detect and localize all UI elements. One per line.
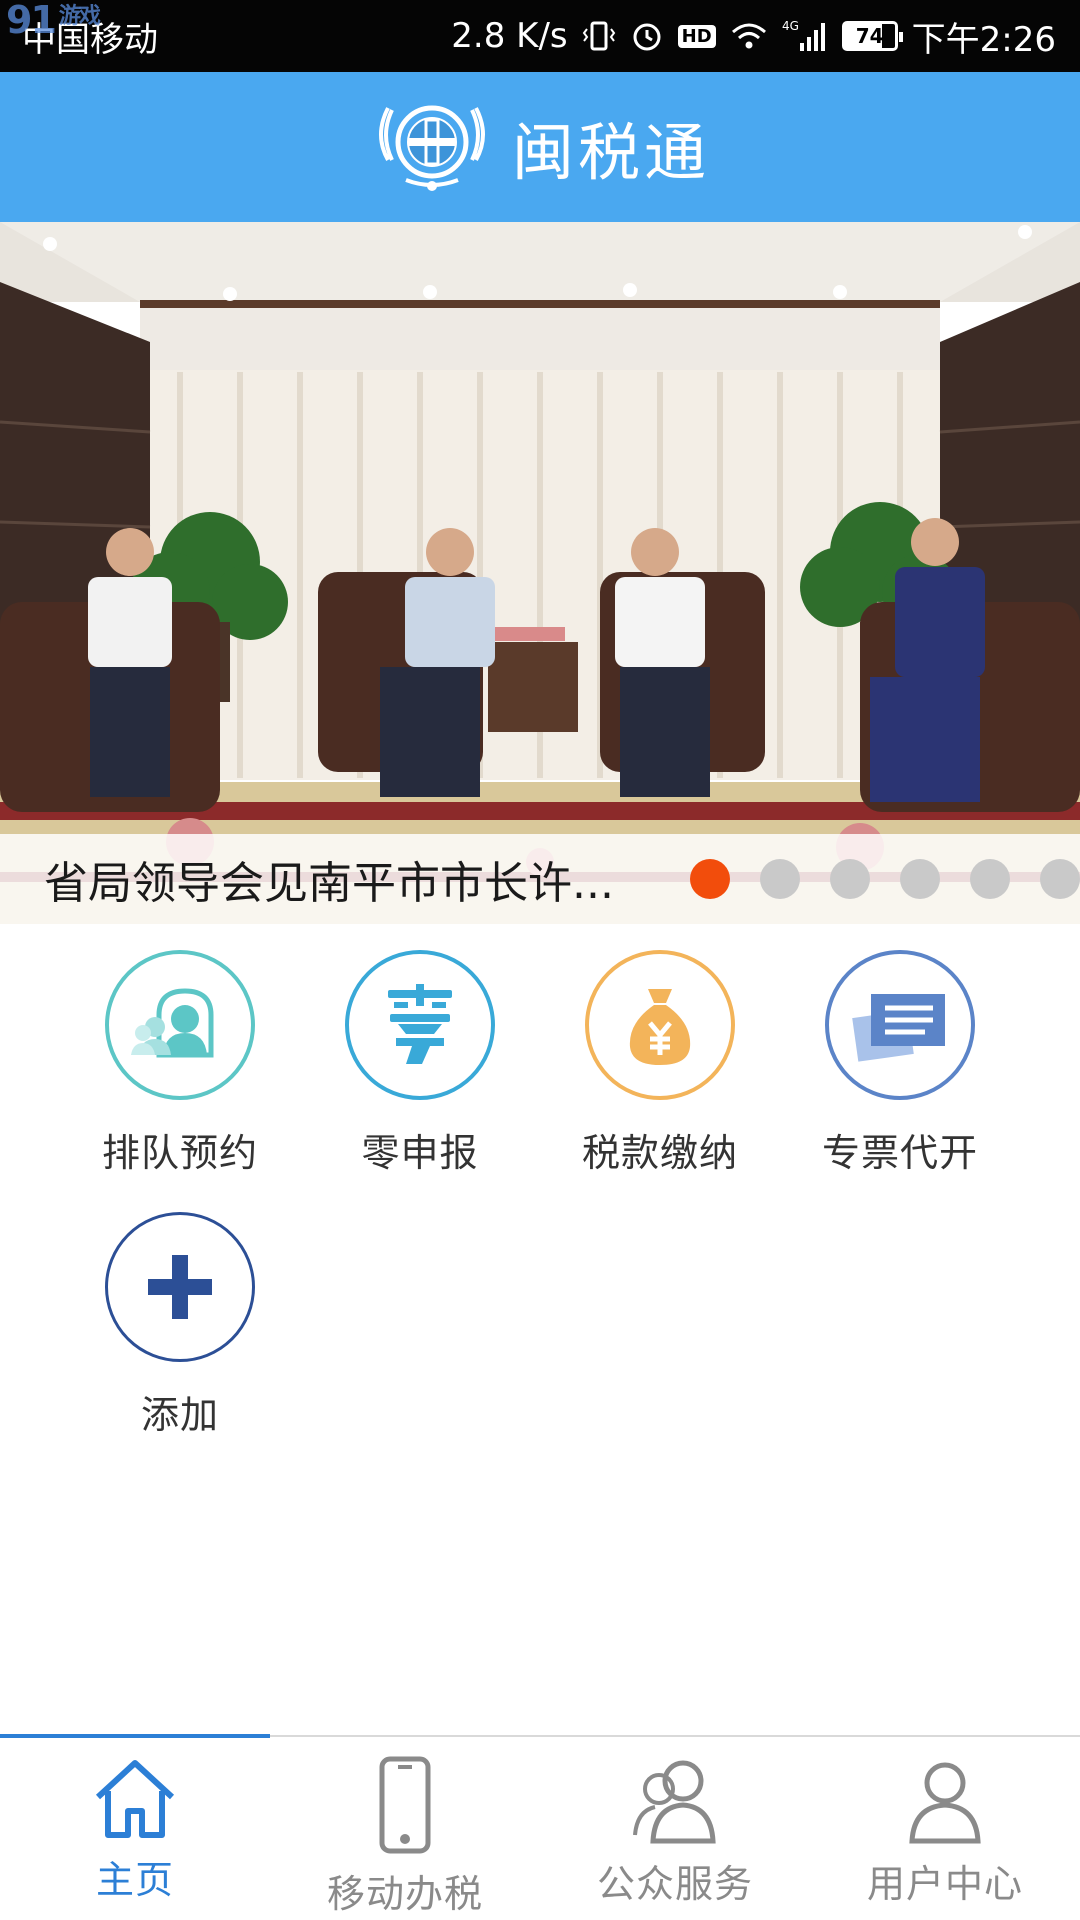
add-icon <box>105 1212 255 1362</box>
carousel-dot[interactable] <box>1040 859 1080 899</box>
battery-level: 74 <box>855 24 884 48</box>
service-queue-reservation[interactable]: 排队预约 <box>80 950 280 1177</box>
status-bar-right: 2.8 K/s HD 4G 74 下午2:26 <box>451 12 1056 61</box>
network-speed: 2.8 K/s <box>451 16 568 56</box>
banner-photo <box>0 222 1080 924</box>
carousel-dot[interactable] <box>690 859 730 899</box>
status-bar: 91 游戏 中国移动 2.8 K/s HD 4G 74 下午2:26 <box>0 0 1080 72</box>
tab-user-center[interactable]: 用户中心 <box>810 1737 1080 1920</box>
app-header: 闽税通 <box>0 72 1080 222</box>
cellular-signal-icon: 4G <box>782 19 828 53</box>
alarm-icon <box>630 19 664 53</box>
service-label: 排队预约 <box>101 1131 258 1175</box>
carousel-dot[interactable] <box>970 859 1010 899</box>
tab-mobile-tax[interactable]: 移动办税 <box>270 1737 540 1920</box>
carousel-dot[interactable] <box>900 859 940 899</box>
invoice-icon <box>825 950 975 1100</box>
tab-public-service[interactable]: 公众服务 <box>540 1737 810 1920</box>
bottom-tab-bar: 主页 移动办税 公众服务 用户中心 <box>0 1734 1080 1920</box>
user-icon <box>900 1755 990 1849</box>
status-bar-left: 91 游戏 中国移动 <box>6 0 158 61</box>
watermark-digits: 91 <box>6 0 57 42</box>
banner-caption-bar: 省局领导会见南平市市长许... <box>0 834 1080 924</box>
tax-emblem-icon <box>370 90 494 204</box>
tax-payment-icon <box>585 950 735 1100</box>
battery-icon: 74 <box>841 21 903 51</box>
vibrate-icon <box>582 19 616 53</box>
clock: 下午2:26 <box>911 19 1056 60</box>
home-icon <box>90 1755 180 1845</box>
banner-caption[interactable]: 省局领导会见南平市市长许... <box>44 847 658 911</box>
wifi-icon <box>730 20 768 52</box>
mobile-phone-icon <box>360 1755 450 1859</box>
app-title: 闽税通 <box>511 116 710 189</box>
service-tax-payment[interactable]: 税款缴纳 <box>560 950 760 1177</box>
queue-reservation-icon <box>105 950 255 1100</box>
service-label: 零申报 <box>361 1131 479 1175</box>
carousel-dot[interactable] <box>830 859 870 899</box>
carousel-dot[interactable] <box>760 859 800 899</box>
watermark-text: 游戏 <box>58 3 101 29</box>
tab-label: 移动办税 <box>326 1872 483 1916</box>
hd-icon: HD <box>677 24 716 48</box>
app-root: 91 游戏 中国移动 2.8 K/s HD 4G 74 下午2:26 闽税通 省… <box>0 0 1080 1920</box>
service-zero-declaration[interactable]: 零申报 <box>320 950 520 1177</box>
zero-declaration-icon <box>345 950 495 1100</box>
service-label: 添加 <box>140 1393 219 1437</box>
tab-label: 用户中心 <box>866 1862 1023 1906</box>
carousel-indicator <box>690 859 1080 899</box>
service-invoice[interactable]: 专票代开 <box>800 950 1000 1177</box>
tab-label: 公众服务 <box>596 1862 753 1906</box>
public-service-icon <box>625 1755 725 1849</box>
banner-carousel[interactable]: 省局领导会见南平市市长许... <box>0 222 1080 924</box>
service-label: 专票代开 <box>821 1131 978 1175</box>
tab-label: 主页 <box>95 1858 174 1902</box>
service-add[interactable]: 添加 <box>80 1212 280 1439</box>
service-label: 税款缴纳 <box>581 1131 738 1175</box>
network-type-badge: 4G <box>782 19 799 33</box>
watermark-logo: 91 游戏 <box>6 0 101 42</box>
tab-home[interactable]: 主页 <box>0 1737 270 1920</box>
